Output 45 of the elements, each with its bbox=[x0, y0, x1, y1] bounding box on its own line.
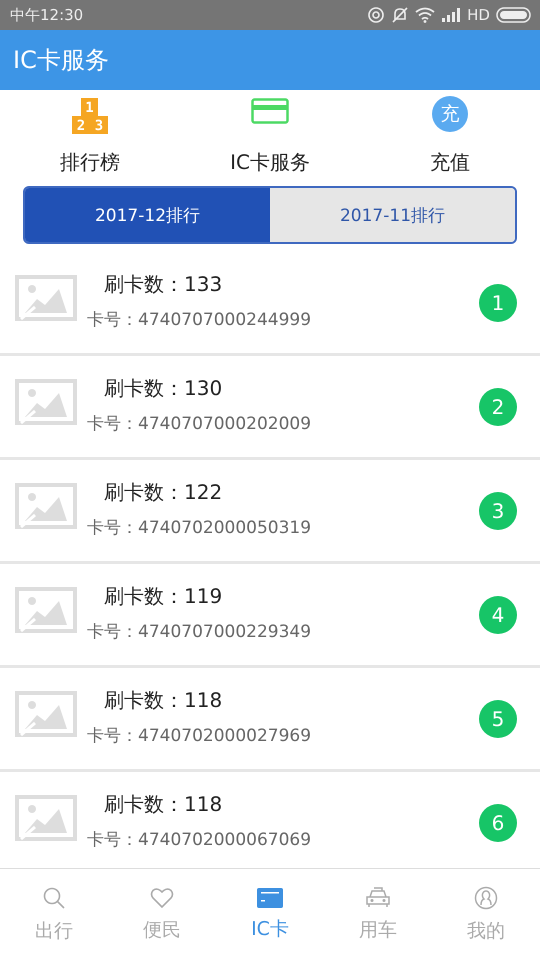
recharge-icon: 充 bbox=[432, 96, 468, 132]
card-icon bbox=[251, 98, 289, 124]
search-icon bbox=[42, 886, 66, 910]
car-icon bbox=[365, 886, 391, 908]
image-placeholder-icon bbox=[15, 690, 77, 736]
period-tab[interactable]: 2017-12排行 bbox=[25, 188, 270, 242]
battery-icon bbox=[496, 7, 532, 23]
rank-badge: 4 bbox=[479, 596, 517, 634]
rank-badge: 6 bbox=[479, 804, 517, 842]
image-placeholder-icon bbox=[15, 274, 77, 320]
swipe-count: 刷卡数：130 bbox=[104, 374, 224, 402]
user-icon bbox=[474, 886, 498, 910]
nav-item[interactable]: IC卡 bbox=[216, 869, 324, 960]
muted-bell-icon bbox=[391, 6, 410, 24]
card-number: 卡号：4740702000067069 bbox=[87, 828, 312, 850]
image-placeholder-icon bbox=[15, 794, 77, 840]
network-type: HD bbox=[467, 6, 490, 24]
rank-badge: 5 bbox=[479, 700, 517, 738]
card-number: 卡号：4740707000202009 bbox=[87, 412, 312, 434]
swipe-count: 刷卡数：133 bbox=[104, 270, 224, 298]
shortcut-item[interactable]: IC卡服务 bbox=[180, 96, 360, 176]
heart-icon bbox=[150, 886, 174, 908]
wifi-icon bbox=[415, 7, 436, 23]
card-number: 卡号：4740702000027969 bbox=[87, 724, 312, 746]
swipe-count: 刷卡数：122 bbox=[104, 478, 224, 506]
status-time: 中午12:30 bbox=[10, 6, 84, 24]
shortcut-item[interactable]: 1 2 3 排行榜 bbox=[0, 96, 180, 176]
app-title: IC卡服务 bbox=[13, 45, 109, 76]
swipe-count: 刷卡数：118 bbox=[104, 790, 224, 818]
card-number: 卡号：4740707000244999 bbox=[87, 308, 312, 330]
image-placeholder-icon bbox=[15, 378, 77, 424]
signal-icon bbox=[441, 8, 462, 22]
rank-badge: 3 bbox=[479, 492, 517, 530]
image-placeholder-icon bbox=[15, 586, 77, 632]
swipe-count: 刷卡数：118 bbox=[104, 686, 224, 714]
swipe-count: 刷卡数：119 bbox=[104, 582, 224, 610]
rank-badge: 1 bbox=[479, 284, 517, 322]
card-number: 卡号：4740702000050319 bbox=[87, 516, 312, 538]
hotspot-icon bbox=[367, 6, 386, 24]
card-icon bbox=[257, 888, 283, 908]
period-tab[interactable]: 2017-11排行 bbox=[270, 188, 515, 242]
rank-badge: 2 bbox=[479, 388, 517, 426]
image-placeholder-icon bbox=[15, 482, 77, 528]
shortcut-item[interactable]: 充 充值 bbox=[360, 96, 540, 176]
card-number: 卡号：4740707000229349 bbox=[87, 620, 312, 642]
